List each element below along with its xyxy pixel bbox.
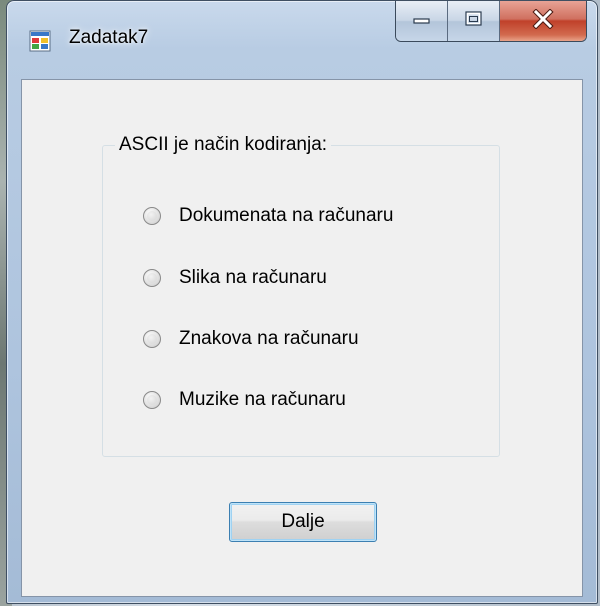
question-text: ASCII je način kodiranja: — [115, 133, 332, 157]
option-muzike[interactable]: Muzike na računaru — [143, 386, 346, 414]
radio-button[interactable] — [143, 391, 161, 409]
caption-buttons — [395, 1, 587, 42]
option-label[interactable]: Dokumenata na računaru — [179, 205, 393, 227]
radio-button[interactable] — [143, 330, 161, 348]
title-bar[interactable]: Zadatak7 — [7, 1, 597, 79]
option-dokumenata[interactable]: Dokumenata na računaru — [143, 202, 393, 230]
close-icon — [531, 7, 555, 34]
close-button[interactable] — [500, 1, 586, 41]
question-groupbox: ASCII je način kodiranja: Dokumenata na … — [102, 133, 500, 457]
option-label[interactable]: Slika na računaru — [179, 267, 327, 289]
option-slika[interactable]: Slika na računaru — [143, 264, 327, 292]
maximize-icon — [464, 10, 484, 33]
maximize-button[interactable] — [448, 1, 500, 41]
next-button[interactable]: Dalje — [229, 502, 377, 542]
window-title: Zadatak7 — [69, 27, 149, 48]
option-label[interactable]: Muzike na računaru — [179, 389, 346, 411]
radio-button[interactable] — [143, 269, 161, 287]
app-window: Zadatak7 ASCII je način kodiranja: Dokum… — [6, 0, 598, 604]
form-client-area: ASCII je način kodiranja: Dokumenata na … — [21, 79, 583, 597]
windows-form-app-icon[interactable] — [29, 30, 51, 52]
radio-button[interactable] — [143, 207, 161, 225]
minimize-button[interactable] — [396, 1, 448, 41]
minimize-icon — [412, 12, 432, 30]
option-label[interactable]: Znakova na računaru — [179, 328, 359, 350]
option-znakova[interactable]: Znakova na računaru — [143, 325, 359, 353]
